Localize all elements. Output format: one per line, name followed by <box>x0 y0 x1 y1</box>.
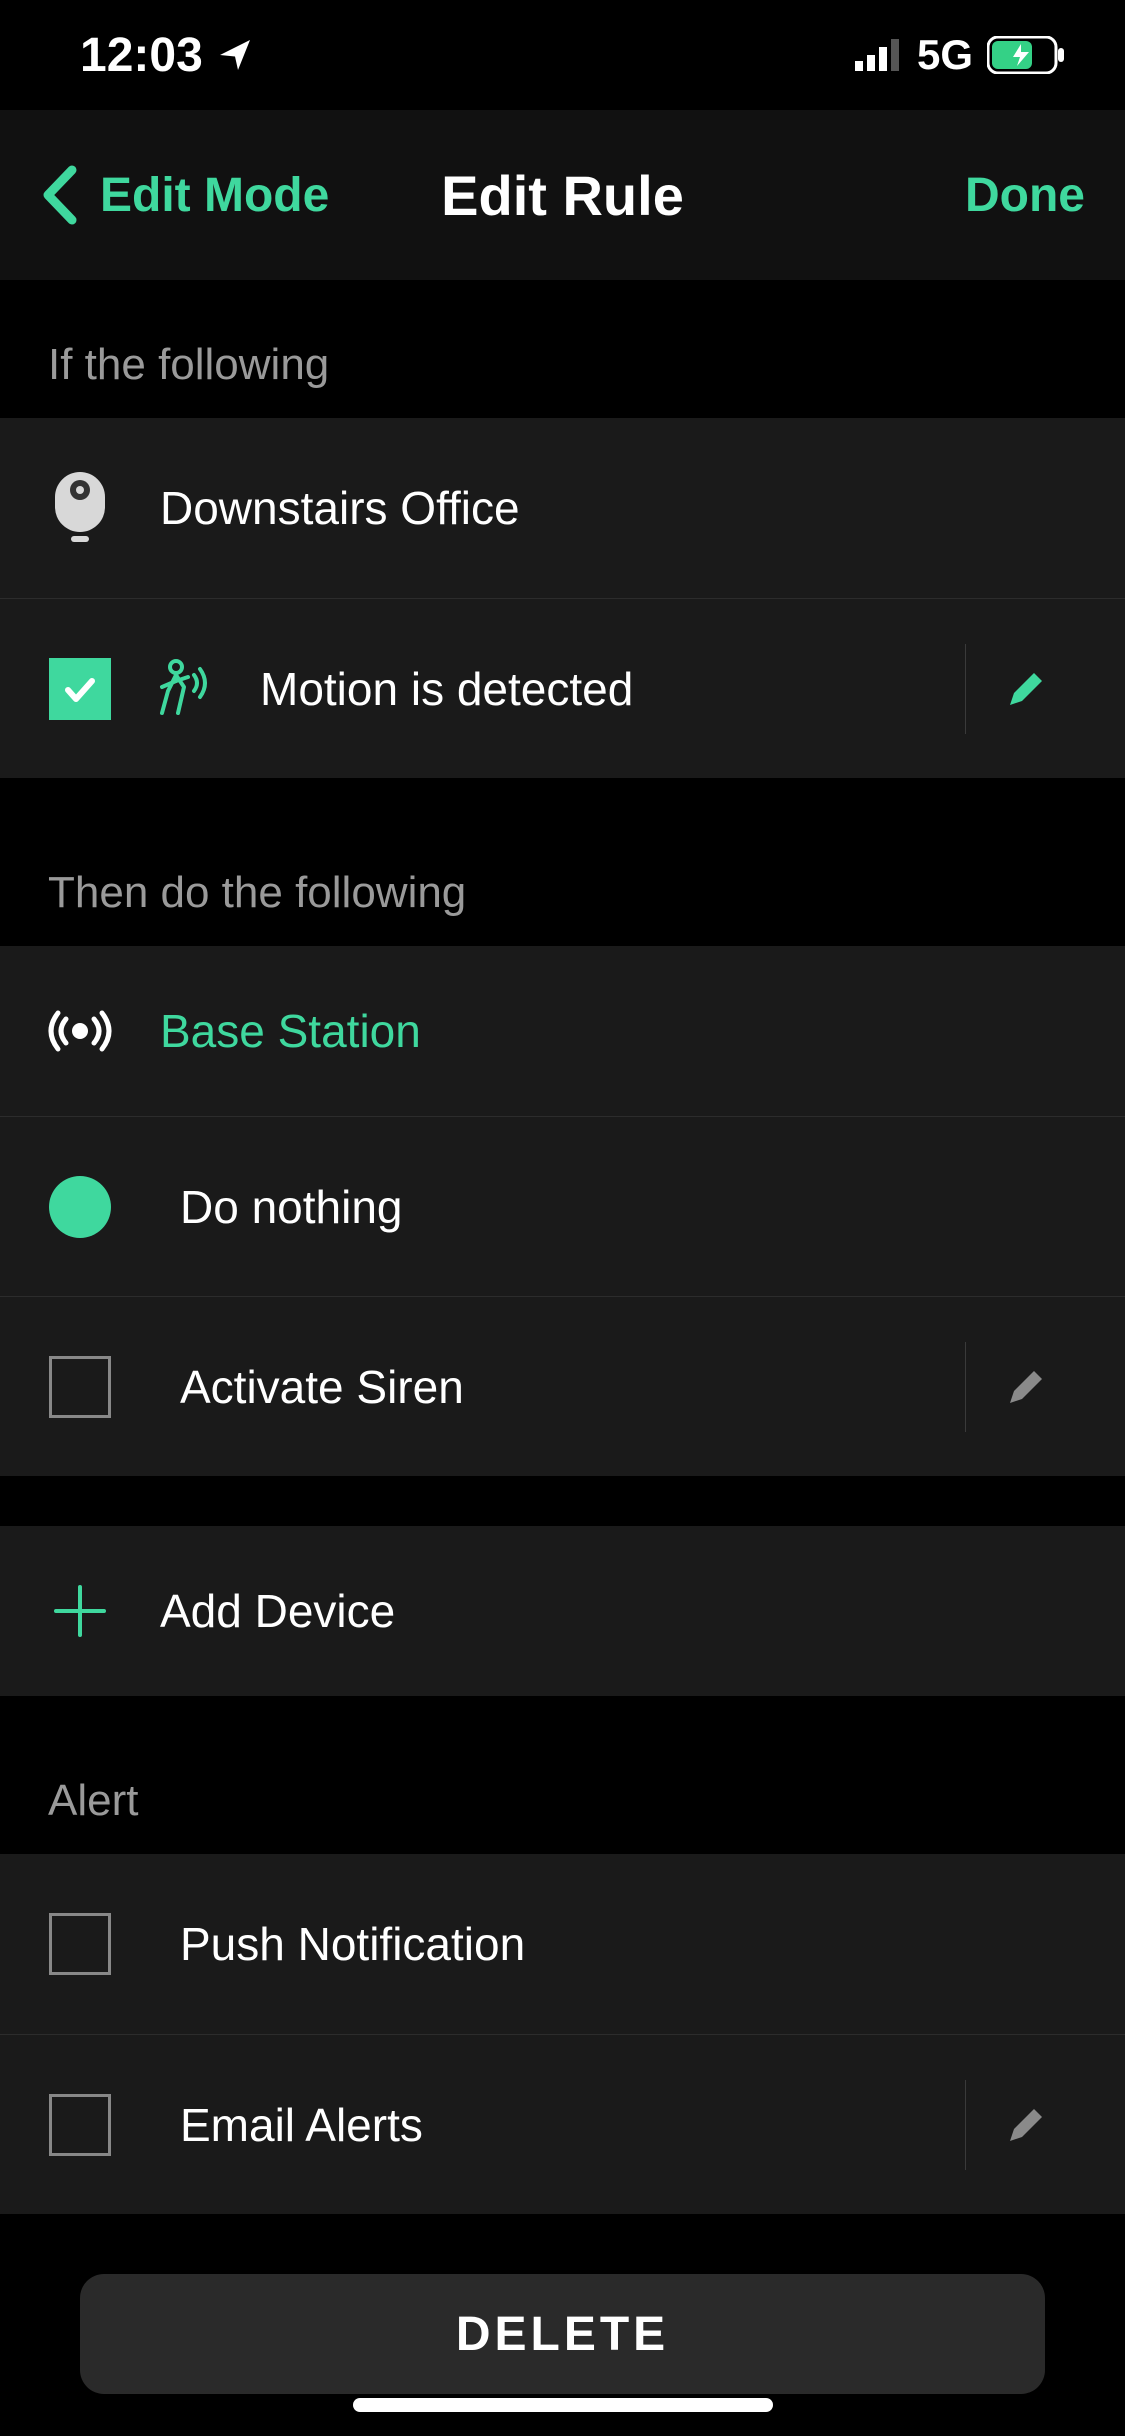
if-section-header: If the following <box>0 280 1125 418</box>
done-button[interactable]: Done <box>965 168 1085 223</box>
push-label: Push Notification <box>180 1917 1085 1971</box>
push-notification-row[interactable]: Push Notification <box>0 1854 1125 2034</box>
push-checkbox[interactable] <box>49 1913 111 1975</box>
trigger-condition-row[interactable]: Motion is detected <box>0 598 1125 778</box>
motion-icon <box>140 657 220 721</box>
email-checkbox[interactable] <box>49 2094 111 2156</box>
alert-section-header: Alert <box>0 1696 1125 1854</box>
network-label: 5G <box>917 31 973 79</box>
action-device-row[interactable]: Base Station <box>0 946 1125 1116</box>
nav-bar: Edit Mode Edit Rule Done <box>0 110 1125 280</box>
camera-device-icon <box>40 470 120 546</box>
status-time: 12:03 <box>80 28 203 83</box>
back-button[interactable]: Edit Mode <box>40 164 329 226</box>
do-nothing-label: Do nothing <box>180 1180 1085 1234</box>
motion-checkbox[interactable] <box>49 658 111 720</box>
status-bar: 12:03 5G <box>0 0 1125 110</box>
do-nothing-row[interactable]: Do nothing <box>0 1116 1125 1296</box>
edit-email-button[interactable] <box>965 2080 1085 2170</box>
activate-siren-checkbox[interactable] <box>49 1356 111 1418</box>
trigger-condition-label: Motion is detected <box>260 662 965 716</box>
add-device-row[interactable]: Add Device <box>0 1526 1125 1696</box>
edit-trigger-button[interactable] <box>965 644 1085 734</box>
then-section-header: Then do the following <box>0 778 1125 946</box>
trigger-device-label: Downstairs Office <box>160 481 1085 535</box>
page-title: Edit Rule <box>441 163 684 228</box>
battery-charging-icon <box>987 36 1065 74</box>
do-nothing-radio[interactable] <box>49 1176 111 1238</box>
cellular-signal-icon <box>855 39 903 71</box>
plus-icon <box>40 1581 120 1641</box>
delete-button[interactable]: DELETE <box>80 2274 1045 2394</box>
location-icon <box>217 37 253 73</box>
edit-siren-button[interactable] <box>965 1342 1085 1432</box>
activate-siren-row[interactable]: Activate Siren <box>0 1296 1125 1476</box>
email-alerts-row[interactable]: Email Alerts <box>0 2034 1125 2214</box>
activate-siren-label: Activate Siren <box>180 1360 965 1414</box>
add-device-label: Add Device <box>160 1584 1085 1638</box>
home-indicator[interactable] <box>353 2398 773 2412</box>
trigger-device-row[interactable]: Downstairs Office <box>0 418 1125 598</box>
base-station-icon <box>40 1007 120 1055</box>
action-device-label: Base Station <box>160 1004 1085 1058</box>
email-label: Email Alerts <box>180 2098 965 2152</box>
chevron-left-icon <box>40 164 80 226</box>
back-label: Edit Mode <box>100 168 329 223</box>
